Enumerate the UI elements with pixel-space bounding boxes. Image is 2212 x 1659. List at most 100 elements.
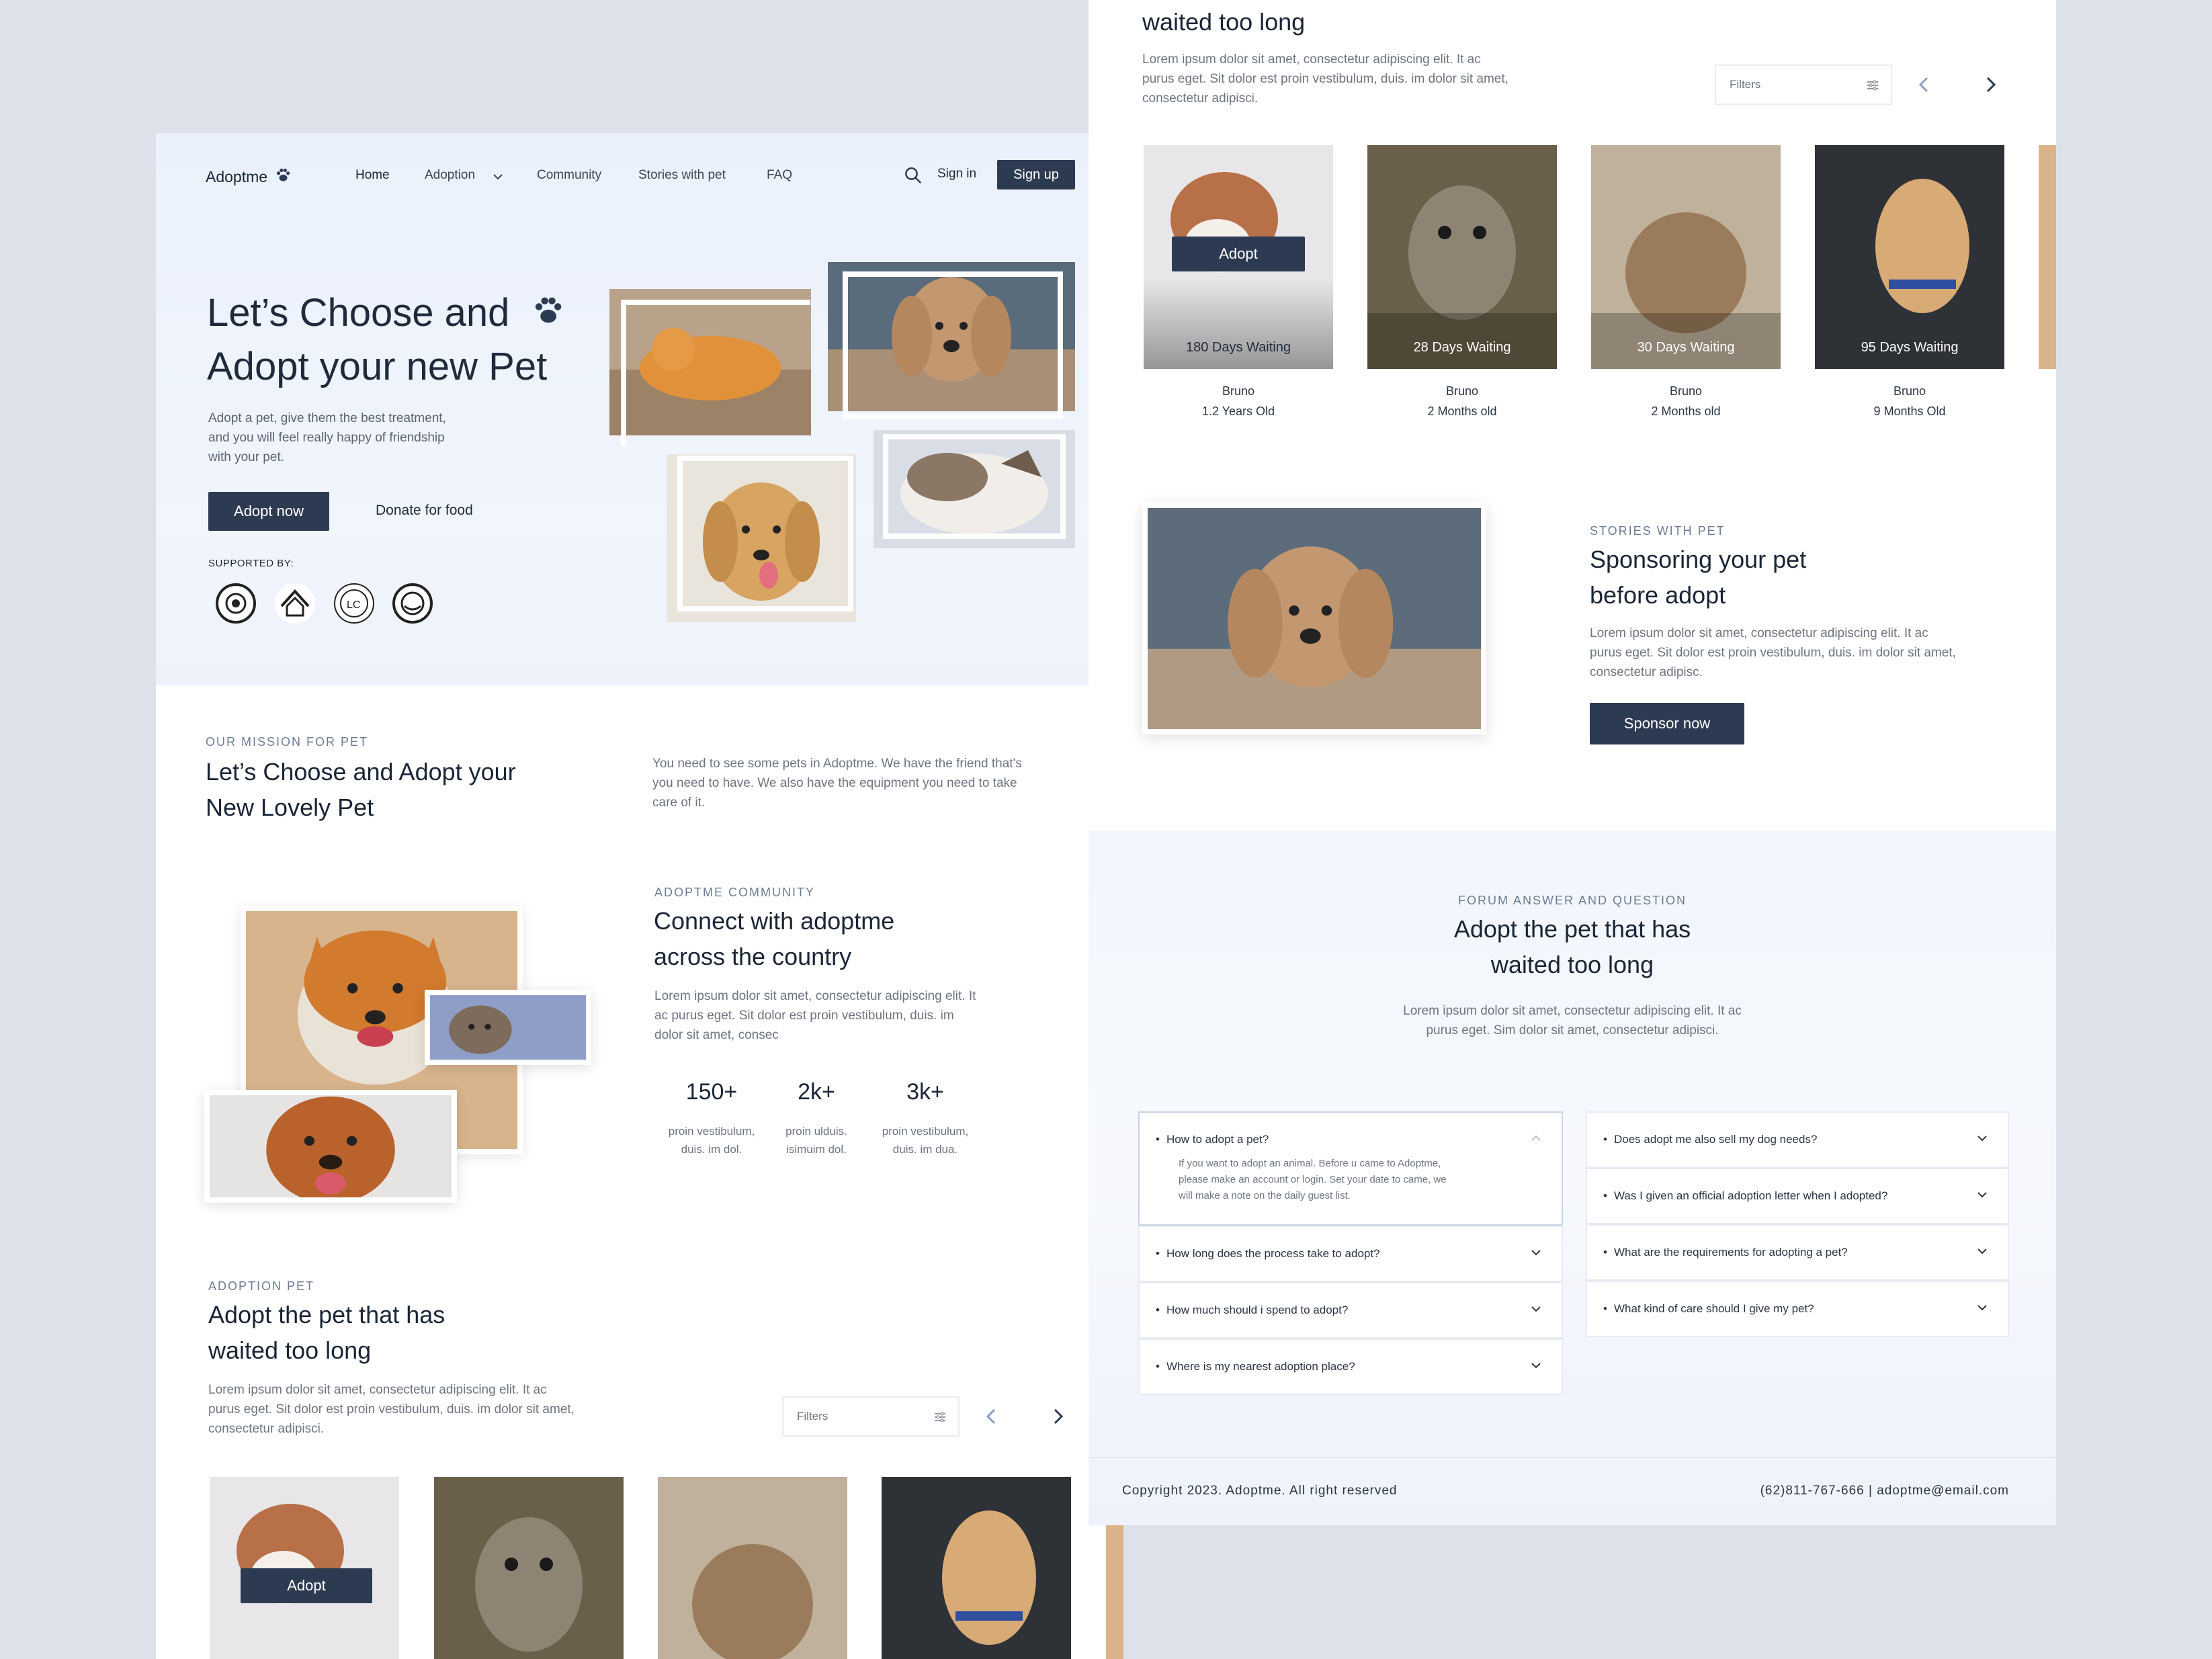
- bullet: •: [1603, 1246, 1607, 1259]
- waiting-label: 28 Days Waiting: [1413, 340, 1511, 355]
- sponsor-now-button[interactable]: Sponsor now: [1590, 703, 1744, 745]
- adoption-title-right: waited too long: [1142, 8, 1306, 36]
- filters-field[interactable]: Filters: [1715, 65, 1892, 105]
- sponsor-badge-3: LC: [334, 583, 374, 624]
- chevron-down-icon[interactable]: [1974, 1300, 1990, 1316]
- brand-logo[interactable]: Adoptme: [206, 167, 292, 186]
- hero-frame-2: [843, 271, 1063, 419]
- community-retriever-photo: [204, 1090, 457, 1203]
- mission-text-1: You need to see some pets in Adoptme. We…: [652, 757, 1022, 771]
- sign-up-button[interactable]: Sign up: [997, 160, 1075, 189]
- waiting-label: 30 Days Waiting: [1637, 340, 1735, 355]
- chevron-right-icon[interactable]: [1982, 74, 1998, 95]
- faq-question: Where is my nearest adoption place?: [1166, 1360, 1355, 1373]
- bullet: •: [1156, 1247, 1160, 1260]
- pet-photo-3: [658, 1477, 847, 1659]
- stat-value-3: 3k+: [906, 1079, 944, 1105]
- pet-card[interactable]: Adopt: [210, 1477, 399, 1659]
- donate-link[interactable]: Donate for food: [376, 503, 473, 519]
- stories-description: Lorem ipsum dolor sit amet, consectetur …: [1590, 626, 1956, 679]
- pet-card[interactable]: [434, 1477, 624, 1659]
- paw-icon: [535, 297, 561, 323]
- faq-item[interactable]: • How long does the process take to adop…: [1138, 1226, 1563, 1282]
- faq-item[interactable]: • Does adopt me also sell my dog needs?: [1586, 1111, 2009, 1168]
- sliders-icon[interactable]: [1865, 78, 1880, 93]
- pet-age: 2 Months old: [1651, 405, 1721, 418]
- filters-field[interactable]: Filters: [782, 1396, 960, 1437]
- bullet: •: [1603, 1302, 1607, 1315]
- pet-photo-4: [882, 1477, 1071, 1659]
- chevron-left-icon[interactable]: [984, 1406, 1000, 1427]
- sponsor-badge-1: [216, 583, 256, 624]
- adopt-button[interactable]: Adopt: [1172, 237, 1305, 271]
- adopt-now-button[interactable]: Adopt now: [208, 492, 329, 531]
- footer-divider: [1089, 1457, 2056, 1458]
- pet-name: Bruno: [1669, 384, 1703, 398]
- nav-home[interactable]: Home: [355, 168, 390, 183]
- adoption-description: Lorem ipsum dolor sit amet, consectetur …: [208, 1383, 575, 1436]
- pet-photo-3: [1591, 145, 1781, 369]
- pet-name: Bruno: [1893, 384, 1926, 398]
- mission-title: Let’s Choose and Adopt your New Lovely P…: [206, 754, 516, 825]
- mission-text-2: you need to have. We also have the equip…: [652, 776, 1017, 790]
- pet-card[interactable]: 30 Days Waiting Bruno 2 Months old: [1591, 145, 1781, 427]
- pet-card[interactable]: Adopt 180 Days Waiting Bruno 1.2 Years O…: [1144, 145, 1333, 427]
- faq-item[interactable]: • What are the requirements for adopting…: [1586, 1224, 2009, 1281]
- chevron-down-icon[interactable]: [492, 172, 504, 181]
- nav-faq[interactable]: FAQ: [767, 168, 792, 183]
- faq-item[interactable]: • How much should i spend to adopt?: [1138, 1282, 1563, 1338]
- adoption-title-2: waited too long: [208, 1336, 372, 1364]
- stories-dog-photo: [1142, 503, 1486, 734]
- pet-photo-2: [434, 1477, 624, 1659]
- bullet: •: [1156, 1304, 1160, 1316]
- chevron-down-icon[interactable]: [1528, 1301, 1544, 1317]
- adoption-eyebrow: ADOPTION PET: [208, 1279, 315, 1293]
- stories-title-2: before adopt: [1590, 581, 1726, 609]
- pet-card[interactable]: 95 Days Waiting Bruno 9 Months Old: [1815, 145, 2004, 427]
- faq-question: What are the requirements for adopting a…: [1614, 1246, 1848, 1259]
- forum-title: Adopt the pet that has waited too long: [1089, 911, 2056, 982]
- stories-title-1: Sponsoring your pet: [1590, 546, 1807, 573]
- stat-label-3: proin vestibulum, duis. im dua.: [882, 1125, 969, 1156]
- chevron-down-icon[interactable]: [1974, 1243, 1990, 1259]
- pet-card[interactable]: [882, 1477, 1071, 1659]
- community-eyebrow: ADOPTME COMMUNITY: [654, 886, 815, 899]
- faq-item[interactable]: • Was I given an official adoption lette…: [1586, 1168, 2009, 1224]
- sliders-icon[interactable]: [933, 1410, 947, 1424]
- pet-card[interactable]: [658, 1477, 847, 1659]
- search-icon[interactable]: [903, 165, 923, 185]
- nav-stories[interactable]: Stories with pet: [638, 168, 726, 183]
- hero-title-line2: Adopt your new Pet: [207, 345, 548, 388]
- chevron-down-icon[interactable]: [1974, 1130, 1990, 1146]
- nav-community[interactable]: Community: [537, 168, 601, 183]
- navbar: Adoptme Home Adoption Community Stories …: [156, 133, 1123, 220]
- pet-name: Bruno: [1222, 384, 1255, 398]
- adoption-title-1: Adopt the pet that has: [208, 1301, 445, 1328]
- pet-photo-2: [1367, 145, 1557, 369]
- faq-item[interactable]: • What kind of care should I give my pet…: [1586, 1281, 2009, 1337]
- home-page-left: Adoptme Home Adoption Community Stories …: [156, 133, 1123, 1659]
- stat-label-2: proin ulduis. isimuim dol.: [785, 1125, 847, 1156]
- footer-contact[interactable]: (62)811-767-666 | adoptme@email.com: [1760, 1484, 2009, 1498]
- faq-item-open[interactable]: • How to adopt a pet? If you want to ado…: [1138, 1111, 1563, 1226]
- pet-card[interactable]: 28 Days Waiting Bruno 2 Months old: [1367, 145, 1557, 427]
- community-text-1: Lorem ipsum dolor sit amet, consectetur …: [654, 989, 976, 1003]
- chevron-down-icon[interactable]: [1528, 1244, 1544, 1261]
- bullet: •: [1156, 1360, 1160, 1373]
- nav-adoption[interactable]: Adoption: [425, 168, 475, 183]
- pet-age: 1.2 Years Old: [1201, 405, 1275, 418]
- hero-text-2: and you will feel really happy of friend…: [208, 431, 445, 445]
- stat-label-1: proin vestibulum, duis. im dol.: [668, 1125, 755, 1156]
- chevron-up-icon[interactable]: [1528, 1130, 1544, 1146]
- faq-question: What kind of care should I give my pet?: [1614, 1302, 1814, 1315]
- chevron-left-icon[interactable]: [1916, 74, 1932, 95]
- forum-title-1: Adopt the pet that has: [1453, 915, 1691, 943]
- chevron-down-icon[interactable]: [1974, 1187, 1990, 1203]
- sign-in-link[interactable]: Sign in: [937, 167, 976, 181]
- faq-question: How much should i spend to adopt?: [1166, 1304, 1349, 1316]
- community-title-2: across the country: [654, 943, 852, 970]
- chevron-down-icon[interactable]: [1528, 1357, 1544, 1373]
- adopt-button[interactable]: Adopt: [241, 1568, 372, 1603]
- chevron-right-icon[interactable]: [1050, 1406, 1066, 1427]
- faq-item[interactable]: • Where is my nearest adoption place?: [1138, 1338, 1563, 1395]
